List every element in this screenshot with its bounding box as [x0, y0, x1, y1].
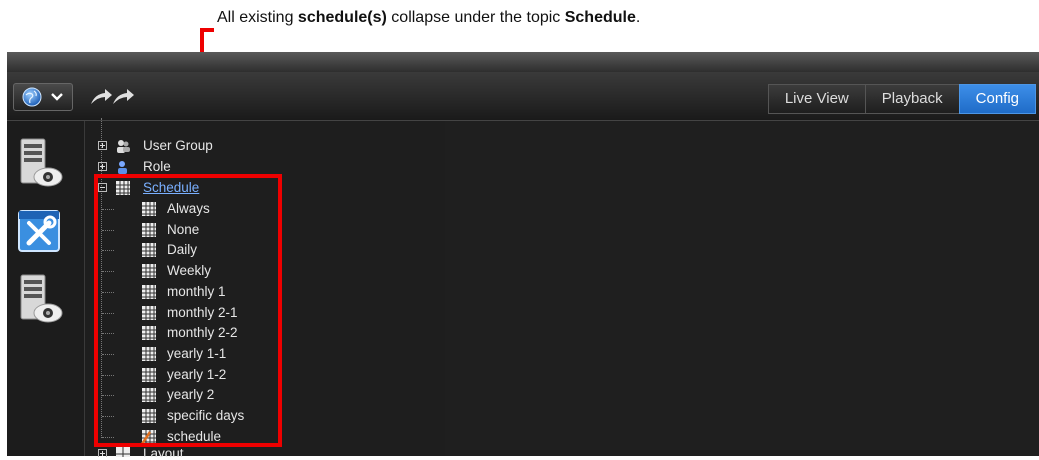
config-tools-icon[interactable] — [15, 203, 65, 259]
main-nav-tabs: Live View Playback Config — [767, 84, 1036, 114]
expand-icon[interactable] — [98, 449, 107, 457]
left-icon-bar — [7, 121, 83, 456]
user-group-icon — [117, 140, 130, 153]
server-camera-icon[interactable] — [15, 135, 65, 191]
highlight-callout-box — [94, 174, 282, 447]
tab-playback[interactable]: Playback — [864, 84, 960, 114]
layout-icon — [116, 447, 130, 457]
expand-icon[interactable] — [98, 141, 107, 150]
title-bar — [7, 52, 1039, 72]
callout-caption: All existing schedule(s) collapse under … — [217, 9, 641, 26]
config-content-panel — [445, 121, 1039, 456]
chevron-down-icon — [51, 93, 63, 101]
expand-icon[interactable] — [98, 162, 107, 171]
globe-icon — [22, 87, 42, 107]
language-dropdown[interactable] — [13, 83, 73, 111]
tree-label: User Group — [143, 138, 213, 153]
tab-config[interactable]: Config — [958, 84, 1036, 114]
server-camera-icon[interactable] — [15, 271, 65, 327]
forward-arrows-icon[interactable] — [89, 86, 139, 108]
tab-live-view[interactable]: Live View — [767, 84, 866, 114]
role-icon — [118, 161, 127, 174]
top-toolbar: Live View Playback Config — [7, 72, 1039, 121]
tree-node-user-group[interactable]: User Group — [98, 137, 258, 155]
